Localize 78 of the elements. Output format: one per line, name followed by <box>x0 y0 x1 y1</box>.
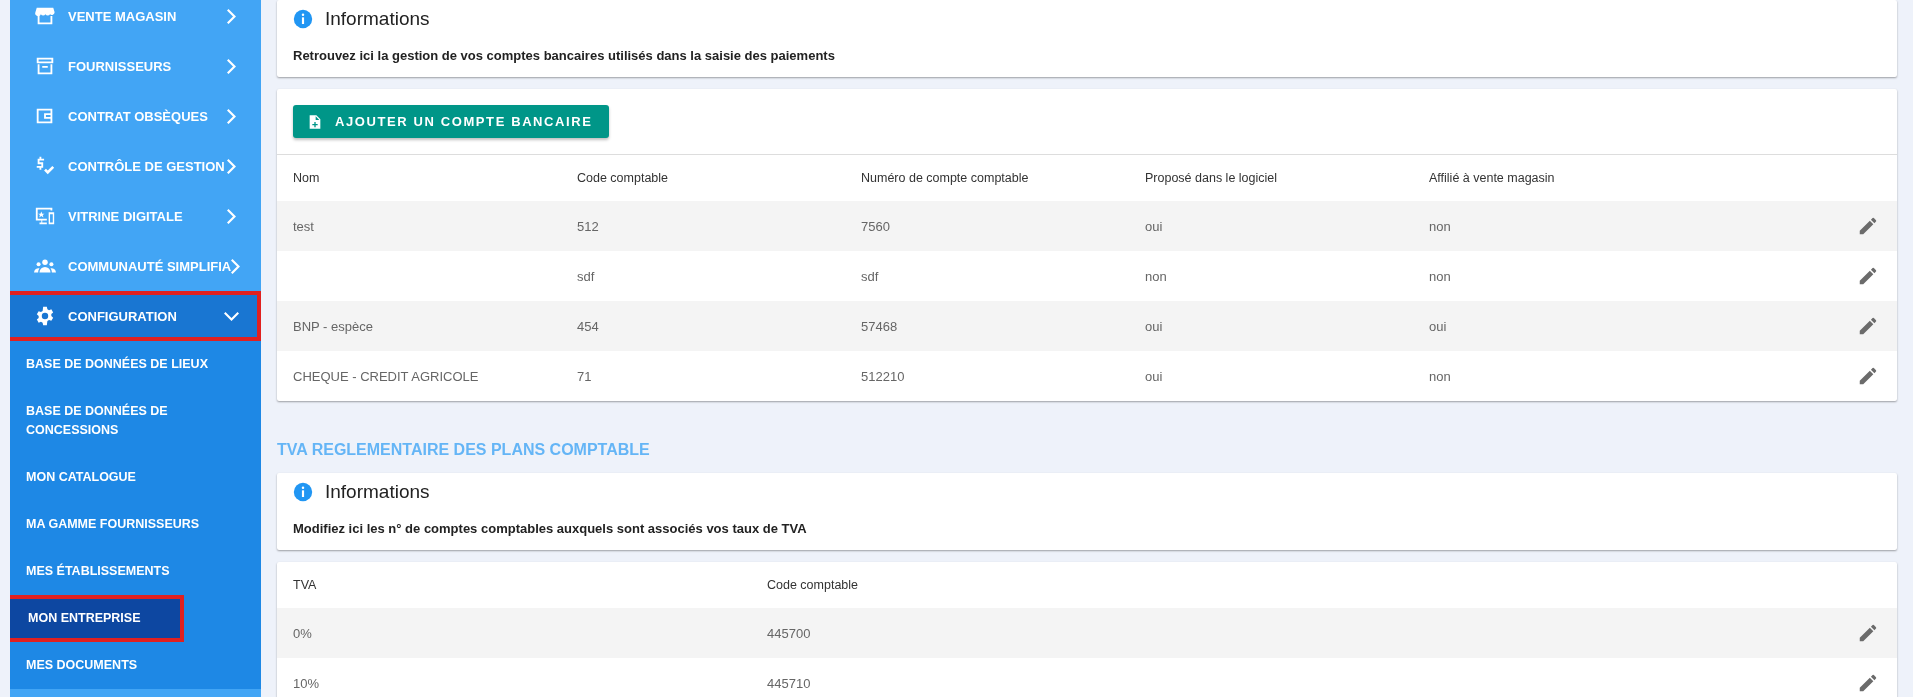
table-cell-text: oui <box>1428 318 1448 334</box>
table-cell-text: non <box>1428 218 1452 234</box>
table-cell-text: 445710 <box>766 675 812 691</box>
submenu-item[interactable]: MA GAMME FOURNISSEURS <box>10 501 242 548</box>
nav-label: VITRINE DIGITALE <box>68 208 184 224</box>
column-header: Nom <box>292 171 321 185</box>
info-icon <box>293 9 313 29</box>
nav-item[interactable]: VITRINE DIGITALE <box>10 191 261 241</box>
edit-icon[interactable] <box>1857 365 1879 387</box>
nav-label: FOURNISSEURS <box>68 58 173 74</box>
table-cell-text: 10% <box>292 675 321 691</box>
table-cell-text: non <box>1428 368 1452 384</box>
table-cell-text: sdf <box>576 268 596 284</box>
column-header: Proposé dans le logiciel <box>1144 171 1279 185</box>
nav-item[interactable]: COMMUNAUTÉ SIMPLIFIA <box>10 241 261 291</box>
edit-icon[interactable] <box>1857 265 1879 287</box>
nav-item[interactable]: CONTRÔLE DE GESTION <box>10 141 261 191</box>
chevron-down-icon <box>224 311 239 321</box>
column-header: Affilié à vente magasin <box>1428 171 1556 185</box>
dollar-check-icon <box>34 155 56 177</box>
chevron-right-icon <box>227 158 236 174</box>
table-cell-text: oui <box>1144 368 1164 384</box>
info-text: Retrouvez ici la gestion de vos comptes bancaires utilisés dans la saisie des paiements <box>293 48 836 63</box>
submenu-item[interactable]: MON CATALOGUE <box>10 454 242 501</box>
table-cell-text: 454 <box>576 318 600 334</box>
submenu-item[interactable]: BASE DE DONNÉES DE LIEUX <box>10 341 242 388</box>
submenu-item[interactable]: MES ÉTABLISSEMENTS <box>10 548 242 595</box>
monitor-icon <box>34 205 56 227</box>
nav-label: COMMUNAUTÉ SIMPLIFIA <box>68 258 232 274</box>
table-cell-text: oui <box>1144 218 1164 234</box>
table-cell-text: 71 <box>576 368 593 384</box>
submenu-item[interactable]: MES DOCUMENTS <box>10 642 242 689</box>
table-cell-text: 512210 <box>860 368 906 384</box>
chevron-right-icon <box>227 108 236 124</box>
nav-item[interactable]: VENTE MAGASIN <box>10 0 261 41</box>
edit-icon[interactable] <box>1857 315 1879 337</box>
table-cell-text: 512 <box>576 218 600 234</box>
info-text: Modifiez ici les n° de comptes comptables auxquels sont associés vos taux de TVA <box>293 521 808 536</box>
nav-item[interactable]: CONTRAT OBSÈQUES <box>10 91 261 141</box>
column-header: TVA <box>292 578 318 592</box>
chevron-right-icon <box>227 208 236 224</box>
submenu-item[interactable]: BASE DE DONNÉES DE CONCESSIONS <box>10 388 242 454</box>
table-cell-text: non <box>1144 268 1168 284</box>
table-cell-text: oui <box>1144 318 1164 334</box>
edit-icon[interactable] <box>1857 622 1879 644</box>
chevron-right-icon <box>227 8 236 24</box>
nav-item[interactable]: FOURNISSEURS <box>10 41 261 91</box>
file-plus-icon <box>307 113 323 130</box>
nav-label: CONTRÔLE DE GESTION <box>68 158 226 174</box>
table-cell-text: BNP - espèce <box>292 318 374 334</box>
archive-icon <box>34 55 56 77</box>
section-heading: TVA REGLEMENTAIRE DES PLANS COMPTABLE <box>277 441 651 459</box>
table-cell-text: 7560 <box>860 218 891 234</box>
edit-icon[interactable] <box>1857 672 1879 694</box>
column-header: Code comptable <box>576 171 670 185</box>
submenu-item[interactable]: MON ENTREPRISE <box>10 595 184 642</box>
table-cell-text: 445700 <box>766 625 812 641</box>
table-cell-text: sdf <box>860 268 880 284</box>
chevron-right-icon <box>231 258 241 274</box>
store-icon <box>34 5 56 27</box>
add-account-button[interactable]: AJOUTER UN COMPTE BANCAIRE <box>293 105 609 138</box>
chevron-right-icon <box>227 58 236 74</box>
table-cell-text: CHEQUE - CREDIT AGRICOLE <box>292 368 480 384</box>
nav-label: VENTE MAGASIN <box>68 8 178 24</box>
card-title: Informations <box>325 8 430 30</box>
nav-label: CONFIGURATION <box>68 308 178 324</box>
column-header: Numéro de compte comptable <box>860 171 1030 185</box>
card-title: Informations <box>325 481 430 503</box>
gear-icon <box>34 305 56 327</box>
table-cell-text: test <box>292 218 315 234</box>
table-cell-text: 0% <box>292 625 313 641</box>
edit-icon[interactable] <box>1857 215 1879 237</box>
table-cell-text: 57468 <box>860 318 899 334</box>
nav-item[interactable]: CONFIGURATION <box>10 291 261 341</box>
column-header: Code comptable <box>766 578 860 592</box>
table-cell-text: non <box>1428 268 1452 284</box>
nav-label: CONTRAT OBSÈQUES <box>68 108 209 124</box>
info-icon <box>293 482 313 502</box>
